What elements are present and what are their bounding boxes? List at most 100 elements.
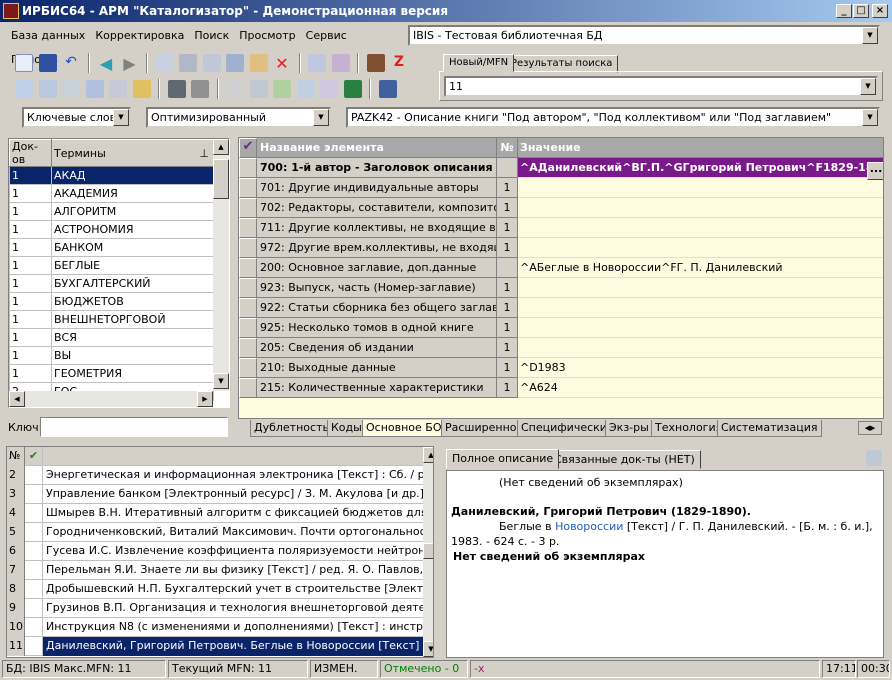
desc-link[interactable]: Новороссии (555, 520, 623, 533)
field-value[interactable] (518, 198, 883, 218)
doc-mark[interactable] (25, 542, 43, 561)
terms-hscrollbar[interactable]: ◀ ▶ (9, 391, 213, 407)
record-tab[interactable]: Расширенное (441, 420, 528, 437)
chevron-down-icon[interactable]: ▼ (113, 109, 129, 126)
menu-database[interactable]: База данных (6, 24, 90, 48)
help-icon[interactable] (378, 80, 397, 98)
term-row[interactable]: 1 АКАД (9, 166, 214, 185)
import-icon[interactable] (308, 54, 326, 72)
books-icon[interactable] (366, 54, 385, 72)
field-value[interactable] (518, 238, 883, 258)
term-row[interactable]: 1 ГЕОМЕТРИЯ (9, 364, 214, 383)
undo-icon[interactable]: ↶ (62, 54, 80, 72)
arrow-right-icon[interactable]: ▶ (121, 54, 139, 73)
doc-mark[interactable] (25, 599, 43, 618)
record-tab[interactable]: Коды (327, 420, 366, 437)
record-tab[interactable]: Дублетность (250, 420, 333, 437)
field-value[interactable]: ^A624 (518, 378, 883, 398)
optimize-mode-select[interactable]: Оптимизированный ▼ (146, 107, 331, 128)
doc-row[interactable]: 10 Инструкция N8 (с изменениями и дополне… (7, 618, 433, 637)
doc-row[interactable]: 4 Шмырев В.Н. Итеративный алгоритм с фикс… (7, 504, 433, 523)
export-icon[interactable] (331, 54, 350, 72)
key-input[interactable] (40, 417, 228, 437)
print-icon[interactable] (226, 80, 244, 98)
field-value[interactable] (518, 318, 883, 338)
field-value[interactable] (518, 218, 883, 238)
excel-icon[interactable] (343, 80, 362, 98)
edit-icon[interactable] (249, 54, 268, 72)
term-row[interactable]: 1 БУХГАЛТЕРСКИЙ (9, 274, 214, 293)
print-icon[interactable] (866, 450, 882, 466)
record-field-row[interactable]: 923: Выпуск, часть (Номер-заглавие) 1 (239, 278, 883, 298)
folders-icon[interactable] (191, 80, 209, 98)
doc-scrollbar[interactable]: ▲ ▼ (423, 447, 433, 657)
search-mode-select[interactable]: Ключевые слова ▼ (22, 107, 131, 128)
doc-mark[interactable] (25, 637, 43, 656)
minimize-button[interactable]: _ (836, 4, 852, 18)
scroll-up-icon[interactable]: ▲ (423, 447, 433, 463)
menu-edit[interactable]: Корректировка (90, 24, 189, 48)
grid-icon[interactable] (179, 54, 197, 72)
scroll-thumb[interactable] (423, 543, 433, 559)
database-select[interactable]: IBIS - Тестовая библиотечная БД ▼ (408, 25, 880, 46)
checkmark-icon[interactable]: ✔ (25, 447, 43, 466)
menu-view[interactable]: Просмотр (234, 24, 300, 48)
save-icon[interactable] (38, 54, 57, 72)
document-icon[interactable] (296, 80, 315, 98)
doc-mark[interactable] (25, 618, 43, 637)
term-row[interactable]: 1 БЮДЖЕТОВ (9, 292, 214, 311)
col-value[interactable]: Значение (518, 138, 883, 158)
worksheet-select[interactable]: PAZK42 - Описание книги "Под автором", "… (346, 107, 880, 128)
doc-mark[interactable] (25, 580, 43, 599)
col-doc-count[interactable]: Док-ов (9, 139, 52, 167)
list-icon[interactable] (226, 54, 244, 72)
ellipsis-button[interactable]: ... (867, 162, 883, 180)
field-value[interactable]: ^AБеглые в Новороссии^FГ. П. Данилевский (518, 258, 883, 278)
record-field-row[interactable]: 702: Редакторы, составители, композиторы… (239, 198, 883, 218)
mail-icon[interactable] (62, 80, 80, 98)
doc-row[interactable]: 8 Дробышевский Н.П. Бухгалтерский учет в … (7, 580, 433, 599)
record-field-row[interactable]: 700: 1-й автор - Заголовок описания ^AДан… (239, 158, 883, 178)
scroll-down-icon[interactable]: ▼ (213, 373, 229, 389)
term-row[interactable]: 1 ВСЯ (9, 328, 214, 347)
scroll-up-icon[interactable]: ▲ (213, 139, 229, 155)
col-doc-number[interactable]: № (7, 447, 25, 466)
field-value[interactable] (518, 178, 883, 198)
doc-mark[interactable] (25, 561, 43, 580)
scroll-thumb[interactable] (213, 159, 229, 199)
record-field-row[interactable]: 972: Другие врем.коллективы, не входящие… (239, 238, 883, 258)
chevron-down-icon[interactable]: ▼ (860, 78, 876, 95)
message-icon[interactable] (38, 80, 57, 98)
menu-search[interactable]: Поиск (189, 24, 234, 48)
field-value[interactable] (518, 338, 883, 358)
view-icon[interactable] (167, 80, 186, 98)
record-field-row[interactable]: 925: Несколько томов в одной книге 1 (239, 318, 883, 338)
doc-row[interactable]: 7 Перельман Я.И. Знаете ли вы физику [Тек… (7, 561, 433, 580)
record-tab[interactable]: Технология (651, 420, 727, 437)
field-value[interactable] (518, 298, 883, 318)
tools-icon[interactable] (132, 80, 151, 98)
record-field-row[interactable]: 205: Сведения об издании 1 (239, 338, 883, 358)
chevron-down-icon[interactable]: ▼ (313, 109, 329, 126)
arrow-left-icon[interactable]: ◀ (97, 54, 115, 73)
term-row[interactable]: 1 БЕГЛЫЕ (9, 256, 214, 275)
new-doc-icon[interactable] (15, 54, 33, 72)
doc-mark[interactable] (25, 504, 43, 523)
tab-linked-docs[interactable]: Связанные док-ты (НЕТ) (548, 450, 701, 469)
record-field-row[interactable]: 922: Статьи сборника без общего заглавия… (239, 298, 883, 318)
scroll-left-icon[interactable]: ◀ (9, 391, 25, 407)
record-tab[interactable]: Специфические (517, 420, 618, 437)
close-button[interactable]: × (872, 4, 888, 18)
term-row[interactable]: 1 ВЫ (9, 346, 214, 365)
tree-icon[interactable] (202, 54, 221, 72)
record-tab[interactable]: Экз-ры (605, 420, 653, 437)
term-row[interactable]: 1 АСТРОНОМИЯ (9, 220, 214, 239)
term-row[interactable]: 1 АЛГОРИТМ (9, 202, 214, 221)
field-value[interactable]: ^AДанилевский^BГ.П.^GГригорий Петрович^F… (518, 158, 883, 178)
menu-service[interactable]: Сервис (301, 24, 352, 48)
doc-row[interactable]: 2 Энергетическая и информационная электро… (7, 466, 433, 485)
doc-row[interactable]: 3 Управление банком [Электронный ресурс] … (7, 485, 433, 504)
term-row[interactable]: 1 БАНКОМ (9, 238, 214, 257)
doc-mark[interactable] (25, 523, 43, 542)
record-field-row[interactable]: 200: Основное заглавие, доп.данные ^AБегл… (239, 258, 883, 278)
